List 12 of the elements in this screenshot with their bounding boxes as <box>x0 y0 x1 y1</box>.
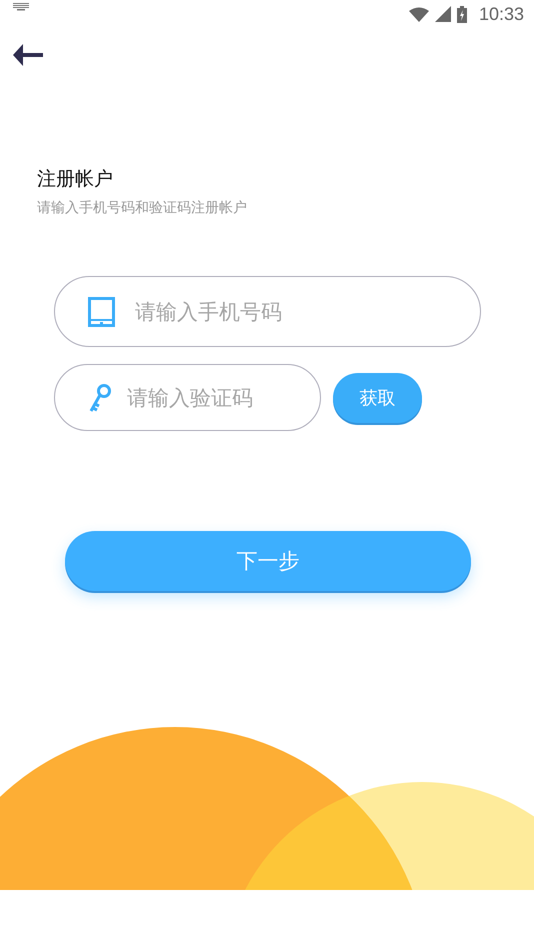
back-arrow-icon[interactable] <box>13 44 43 66</box>
wifi-icon <box>408 6 429 22</box>
battery-icon <box>456 6 467 22</box>
get-code-button[interactable]: 获取 <box>333 372 422 422</box>
keyboard-icon <box>13 3 29 11</box>
signal-icon <box>434 6 451 22</box>
status-time: 10:33 <box>478 4 524 24</box>
phone-field[interactable]: 请输入手机号码 <box>54 276 481 347</box>
code-field[interactable]: 请输入验证码 <box>54 364 321 431</box>
next-button[interactable]: 下一步 <box>65 531 471 591</box>
page-title: 注册帐户 <box>37 167 114 192</box>
page-subtitle: 请输入手机号码和验证码注册帐户 <box>37 199 248 217</box>
